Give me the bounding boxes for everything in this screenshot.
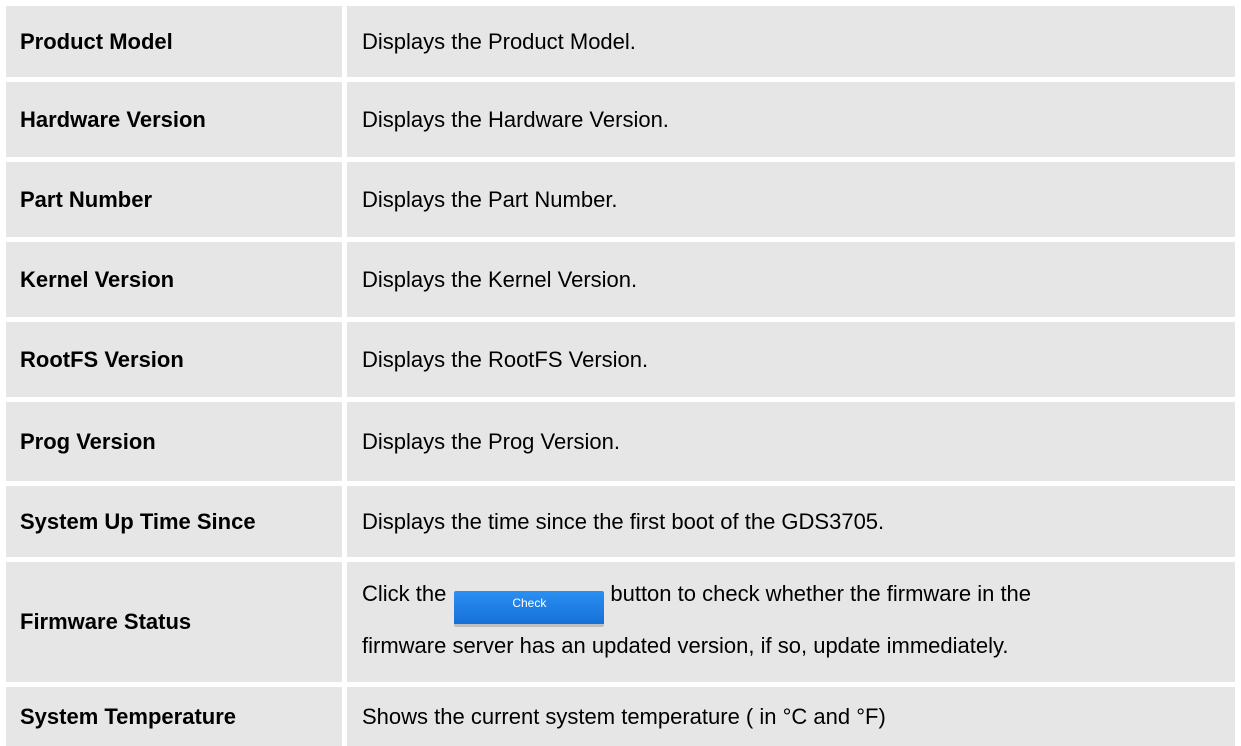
row-desc-part-number: Displays the Part Number.: [347, 162, 1235, 242]
row-label-system-up-time: System Up Time Since: [6, 486, 347, 562]
row-label-part-number: Part Number: [6, 162, 347, 242]
row-label-rootfs-version: RootFS Version: [6, 322, 347, 402]
firmware-info-table: Product Model Displays the Product Model…: [6, 6, 1235, 746]
row-desc-product-model: Displays the Product Model.: [347, 6, 1235, 82]
check-button[interactable]: Check: [454, 591, 605, 627]
row-desc-system-up-time: Displays the time since the first boot o…: [347, 486, 1235, 562]
firmware-status-prefix: Click the: [362, 581, 447, 606]
row-desc-hardware-version: Displays the Hardware Version.: [347, 82, 1235, 162]
row-label-product-model: Product Model: [6, 6, 347, 82]
row-desc-firmware-status: Click the Check button to check whether th…: [347, 562, 1235, 687]
row-label-prog-version: Prog Version: [6, 402, 347, 486]
row-desc-prog-version: Displays the Prog Version.: [347, 402, 1235, 486]
firmware-status-line2: firmware server has an updated version, …: [362, 633, 1009, 658]
row-label-kernel-version: Kernel Version: [6, 242, 347, 322]
row-desc-system-temperature: Shows the current system temperature ( i…: [347, 687, 1235, 746]
row-label-firmware-status: Firmware Status: [6, 562, 347, 687]
firmware-status-text: Click the Check button to check whether th…: [362, 575, 1031, 665]
row-label-hardware-version: Hardware Version: [6, 82, 347, 162]
row-desc-rootfs-version: Displays the RootFS Version.: [347, 322, 1235, 402]
firmware-status-suffix: button to check whether the firmware in …: [610, 581, 1032, 606]
row-label-system-temperature: System Temperature: [6, 687, 347, 746]
row-desc-kernel-version: Displays the Kernel Version.: [347, 242, 1235, 322]
